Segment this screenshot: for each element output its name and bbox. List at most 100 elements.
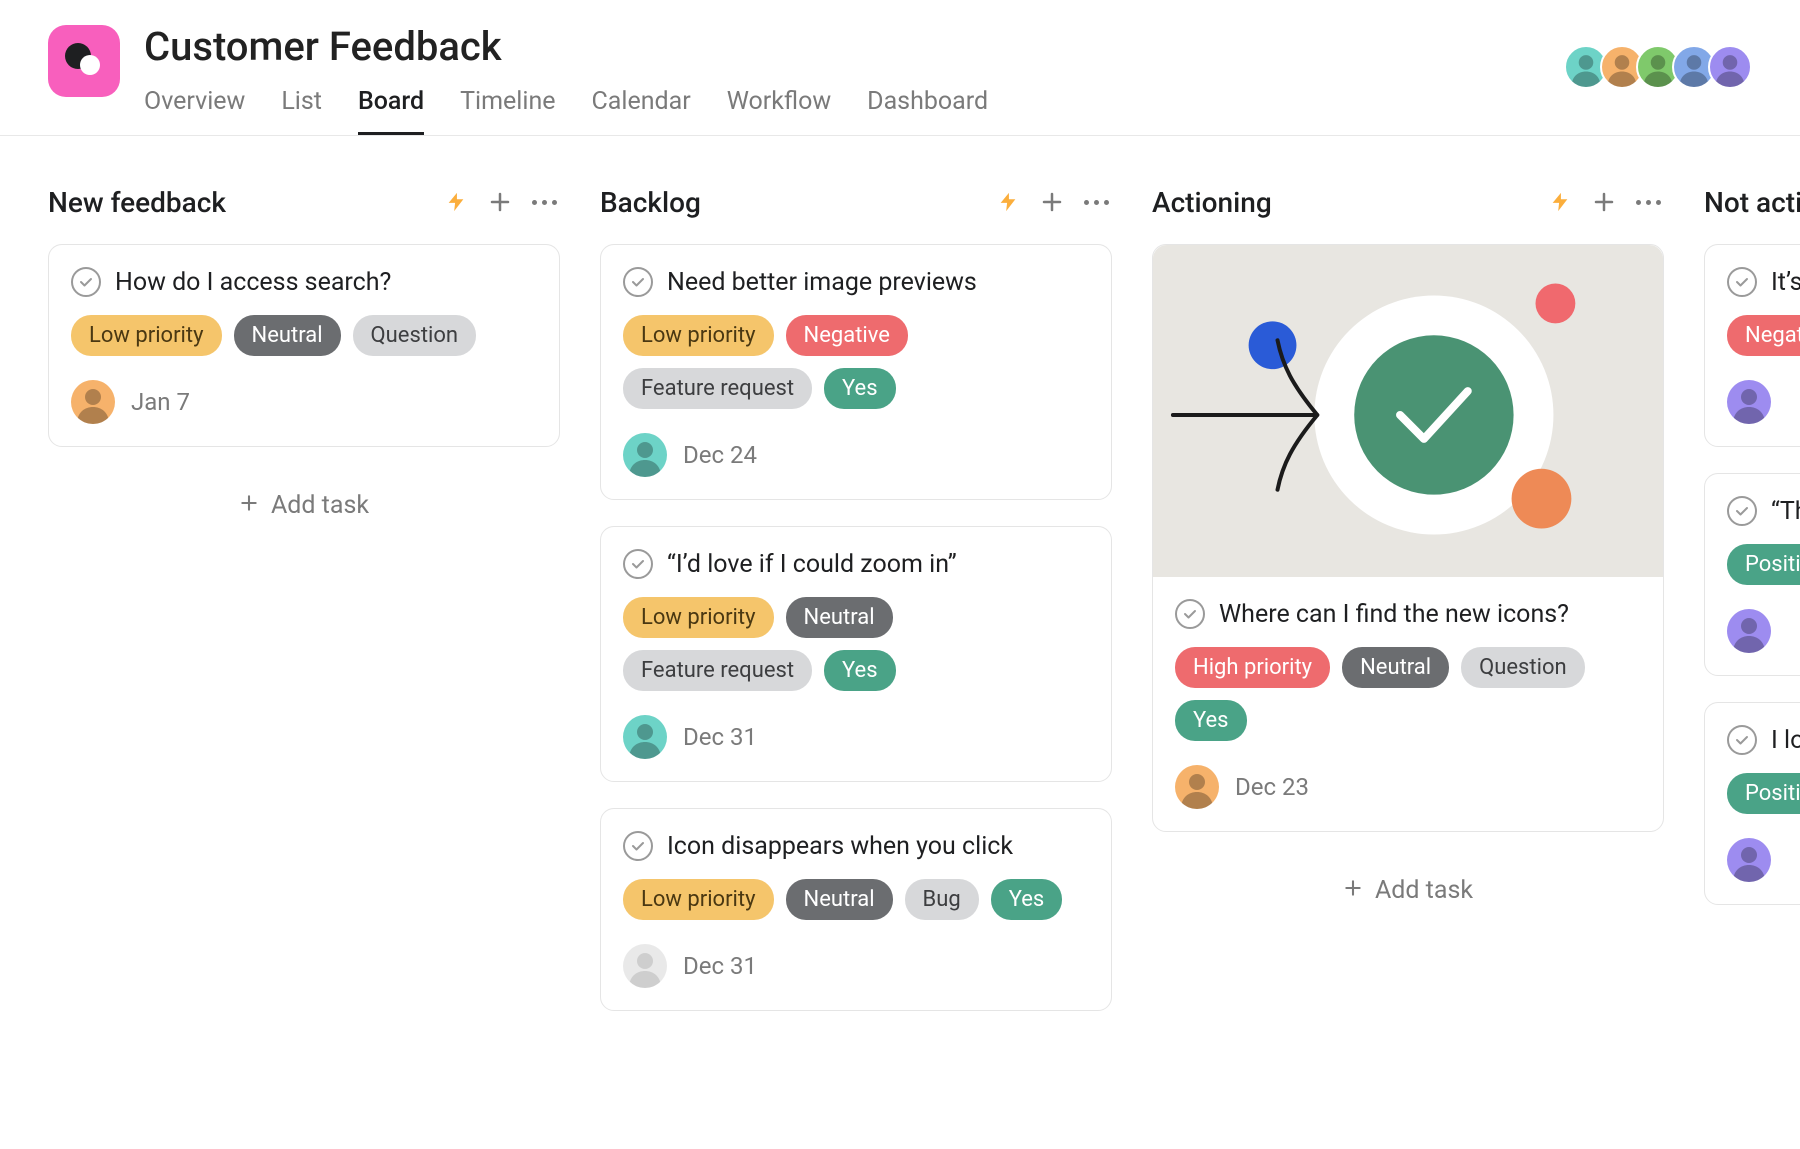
due-date: Dec 24 xyxy=(683,441,757,469)
add-card-button[interactable] xyxy=(1588,186,1620,218)
tag-list: Low priorityNeutralBugYes xyxy=(623,879,1089,920)
card-title: Where can I find the new icons? xyxy=(1219,600,1569,629)
tag-list: Low priority Neutral Question xyxy=(71,315,537,356)
tag: Neutral xyxy=(1342,647,1449,688)
add-task-button[interactable]: Add task xyxy=(48,473,560,528)
tag: Question xyxy=(1461,647,1585,688)
lightning-icon[interactable] xyxy=(1544,186,1576,218)
column-header: New feedback xyxy=(48,184,560,220)
tag: Yes xyxy=(824,650,896,691)
more-icon[interactable] xyxy=(1632,186,1664,218)
tag: High priority xyxy=(1175,647,1330,688)
tag: Low priority xyxy=(623,597,774,638)
lightning-icon[interactable] xyxy=(992,186,1024,218)
card-footer: Dec 23 xyxy=(1175,765,1641,809)
tab-timeline[interactable]: Timeline xyxy=(460,87,555,135)
column-title: New feedback xyxy=(48,186,428,219)
assignee-avatar[interactable] xyxy=(1727,609,1771,653)
column: Not action It’s ha Negative xyxy=(1704,184,1800,1147)
card-footer xyxy=(1727,609,1800,653)
column-title: Backlog xyxy=(600,186,980,219)
tag: Neutral xyxy=(234,315,341,356)
tab-board[interactable]: Board xyxy=(358,87,424,135)
add-task-button[interactable]: Add task xyxy=(1152,858,1664,913)
complete-check-icon[interactable] xyxy=(1727,496,1757,526)
assignee-avatar[interactable] xyxy=(1175,765,1219,809)
card-footer: Dec 31 xyxy=(623,944,1089,988)
assignee-avatar[interactable] xyxy=(1727,380,1771,424)
task-card[interactable]: I love Positive xyxy=(1704,702,1800,905)
card-title: How do I access search? xyxy=(115,268,391,297)
board: New feedback How do I access search? Low… xyxy=(0,136,1800,1147)
tag-list: Low priorityNegativeFeature requestYes xyxy=(623,315,1089,409)
card-footer: Dec 24 xyxy=(623,433,1089,477)
complete-check-icon[interactable] xyxy=(623,831,653,861)
card-title: It’s ha xyxy=(1771,268,1800,297)
assignee-avatar[interactable] xyxy=(623,715,667,759)
tag: Yes xyxy=(1175,700,1247,741)
tag: Low priority xyxy=(623,879,774,920)
member-avatar[interactable] xyxy=(1708,45,1752,89)
column-header: Backlog xyxy=(600,184,1112,220)
complete-check-icon[interactable] xyxy=(1175,599,1205,629)
tag-list: Positive xyxy=(1727,773,1800,814)
due-date: Dec 23 xyxy=(1235,773,1309,801)
more-icon[interactable] xyxy=(528,186,560,218)
tab-list[interactable]: List xyxy=(281,87,322,135)
complete-check-icon[interactable] xyxy=(71,267,101,297)
task-card[interactable]: Icon disappears when you click Low prior… xyxy=(600,808,1112,1011)
tab-workflow[interactable]: Workflow xyxy=(727,87,831,135)
column-header: Actioning xyxy=(1152,184,1664,220)
tag: Bug xyxy=(905,879,979,920)
tag: Question xyxy=(353,315,477,356)
complete-check-icon[interactable] xyxy=(623,549,653,579)
assignee-avatar[interactable] xyxy=(71,380,115,424)
column-title: Actioning xyxy=(1152,186,1532,219)
column-header: Not action xyxy=(1704,184,1800,220)
project-tabs: Overview List Board Timeline Calendar Workflo… xyxy=(144,87,988,135)
task-card[interactable]: How do I access search? Low priority Neut… xyxy=(48,244,560,447)
task-card[interactable]: “I’d love if I could zoom in” Low priori… xyxy=(600,526,1112,782)
member-avatars[interactable] xyxy=(1572,25,1752,89)
tag: Neutral xyxy=(786,597,893,638)
task-card[interactable]: “The Positive xyxy=(1704,473,1800,676)
task-card[interactable]: Need better image previews Low priorityN… xyxy=(600,244,1112,500)
tag-list: Positive xyxy=(1727,544,1800,585)
task-card[interactable]: It’s ha Negative xyxy=(1704,244,1800,447)
due-date: Jan 7 xyxy=(131,388,190,416)
complete-check-icon[interactable] xyxy=(1727,267,1757,297)
assignee-avatar[interactable] xyxy=(1727,838,1771,882)
column-title: Not action xyxy=(1704,186,1800,219)
add-card-button[interactable] xyxy=(1036,186,1068,218)
card-footer: Jan 7 xyxy=(71,380,537,424)
tab-calendar[interactable]: Calendar xyxy=(592,87,691,135)
tag: Feature request xyxy=(623,650,812,691)
project-header: Customer Feedback OverviewListBoardTimel… xyxy=(0,0,1800,136)
complete-check-icon[interactable] xyxy=(623,267,653,297)
tag: Positive xyxy=(1727,544,1800,585)
tab-overview[interactable]: Overview xyxy=(144,87,245,135)
project-icon xyxy=(48,25,120,97)
column: Actioning Where ca xyxy=(1152,184,1664,1147)
tag-list: Negative xyxy=(1727,315,1800,356)
card-title: Icon disappears when you click xyxy=(667,832,1013,861)
assignee-avatar[interactable] xyxy=(623,944,667,988)
more-icon[interactable] xyxy=(1080,186,1112,218)
card-title: “The xyxy=(1771,497,1800,526)
lightning-icon[interactable] xyxy=(440,186,472,218)
card-title: “I’d love if I could zoom in” xyxy=(667,550,957,579)
tag: Negative xyxy=(786,315,908,356)
tab-dashboard[interactable]: Dashboard xyxy=(867,87,988,135)
task-card[interactable]: Where can I find the new icons? High pri… xyxy=(1152,244,1664,832)
tag: Low priority xyxy=(71,315,222,356)
card-footer: Dec 31 xyxy=(623,715,1089,759)
column: New feedback How do I access search? Low… xyxy=(48,184,560,1147)
card-title: Need better image previews xyxy=(667,268,977,297)
tag: Yes xyxy=(824,368,896,409)
add-card-button[interactable] xyxy=(484,186,516,218)
card-title: I love xyxy=(1771,726,1800,755)
assignee-avatar[interactable] xyxy=(623,433,667,477)
complete-check-icon[interactable] xyxy=(1727,725,1757,755)
card-cover xyxy=(1153,245,1663,577)
tag: Feature request xyxy=(623,368,812,409)
